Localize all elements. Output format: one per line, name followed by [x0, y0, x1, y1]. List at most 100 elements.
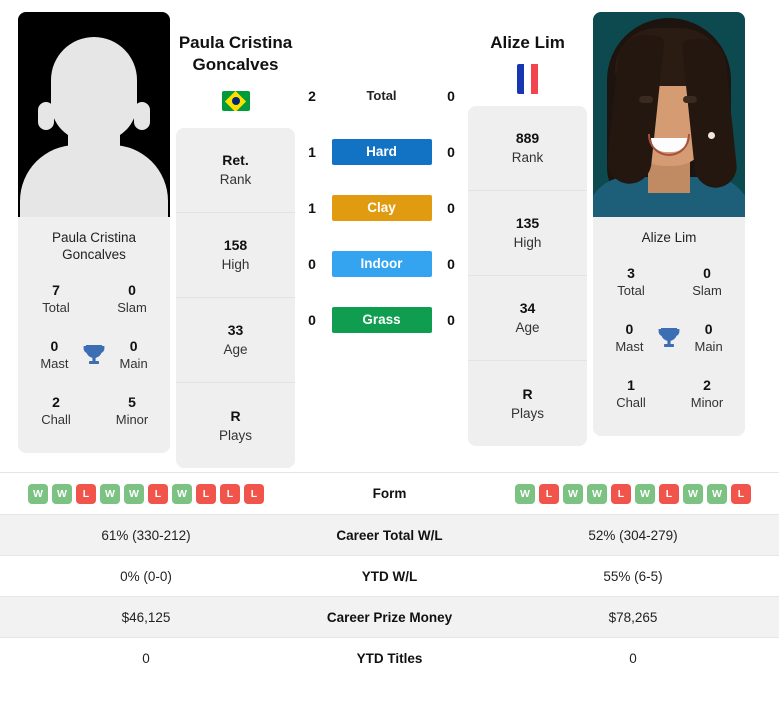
- left-career-total-wl: 61% (330-212): [101, 527, 191, 543]
- h2h-grass-bar[interactable]: Grass: [331, 307, 432, 333]
- h2h-clay-bar[interactable]: Clay: [331, 195, 432, 221]
- left-stat-rank: Ret. Rank: [176, 128, 295, 213]
- left-stat-age: 33 Age: [176, 298, 295, 383]
- left-form-cell: WWLWWLWLLL: [0, 483, 292, 504]
- left-minor-titles-label: Minor: [115, 412, 149, 427]
- flag-france-icon: [516, 64, 539, 94]
- left-player-photo-card[interactable]: Paula Cristina Goncalves 7 Total 0 Slam …: [18, 12, 170, 453]
- right-stat-plays: R Plays: [468, 361, 587, 446]
- left-chall-titles-label: Chall: [41, 412, 71, 427]
- left-player-name-line1: Paula Cristina: [178, 33, 293, 52]
- form-badge-win: W: [587, 483, 607, 504]
- head-to-head-column: 2 Total 0 1 Hard 0 1 Clay 0 0 Indoor 0 0…: [301, 12, 462, 348]
- right-mast-titles-value: 0: [625, 321, 634, 337]
- left-stat-rank-label: Rank: [219, 172, 252, 187]
- left-slam-titles: 0 Slam: [104, 281, 160, 317]
- form-badge-win: W: [563, 483, 583, 504]
- row-label-ytd-wl: YTD W/L: [361, 568, 418, 584]
- left-player-photo-name: Paula Cristina Goncalves: [51, 230, 137, 262]
- right-chall-titles-label: Chall: [616, 395, 646, 410]
- right-stat-rank: 889 Rank: [468, 106, 587, 191]
- right-stat-plays-label: Plays: [510, 405, 544, 421]
- right-stat-high-label: High: [513, 235, 542, 250]
- right-flag-wrapper: [516, 54, 539, 94]
- h2h-clay-bar-wrap: Clay: [331, 195, 432, 221]
- form-badge-loss: L: [244, 483, 264, 504]
- h2h-total-label-wrap: Total: [332, 87, 432, 105]
- left-main-titles-value: 0: [129, 338, 138, 354]
- left-ytd-wl: 0% (0-0): [120, 568, 172, 584]
- right-titles-row-3: 1 Chall 2 Minor: [603, 366, 735, 422]
- left-stat-plays: R Plays: [176, 383, 295, 468]
- right-player-photo: [593, 12, 745, 217]
- left-mast-titles: 0 Mast: [28, 337, 81, 373]
- right-ytd-titles: 0: [629, 650, 637, 666]
- left-minor-titles: 5 Minor: [104, 393, 160, 429]
- right-form-cell: WLWWLWLWWL: [487, 483, 779, 504]
- h2h-total-left-score: 2: [308, 88, 316, 104]
- left-slam-titles-label: Slam: [117, 300, 147, 315]
- left-stat-plays-value: R: [230, 407, 241, 424]
- h2h-row-grass: 0 Grass 0: [301, 292, 462, 348]
- h2h-clay-right-score: 0: [447, 200, 455, 216]
- h2h-grass-left-score: 0: [308, 312, 316, 328]
- h2h-hard-bar[interactable]: Hard: [331, 139, 432, 165]
- left-player-photo: [18, 12, 170, 217]
- row-label-career-prize-money: Career Prize Money: [326, 609, 453, 625]
- right-career-prize-money: $78,265: [608, 609, 658, 625]
- right-stat-high-value: 135: [515, 215, 540, 231]
- h2h-indoor-bar-wrap: Indoor: [331, 251, 432, 277]
- left-stat-high-label: High: [221, 257, 250, 272]
- player-portrait-image: [593, 12, 745, 217]
- form-badge-win: W: [100, 483, 120, 504]
- form-badge-loss: L: [659, 483, 679, 504]
- form-badge-win: W: [707, 483, 727, 504]
- right-slam-titles: 0 Slam: [679, 264, 735, 300]
- h2h-row-clay: 1 Clay 0: [301, 180, 462, 236]
- form-badge-win: W: [124, 483, 144, 504]
- left-stat-age-value: 33: [227, 322, 244, 338]
- right-slam-titles-value: 0: [703, 265, 711, 281]
- left-player-name-line2: Goncalves: [192, 55, 279, 74]
- right-form-badges: WLWWLWLWWL: [487, 483, 779, 504]
- form-badge-win: W: [28, 483, 48, 504]
- right-stat-rank-value: 889: [515, 130, 540, 146]
- right-mast-titles: 0 Mast: [603, 320, 656, 356]
- right-player-photo-name: Alize Lim: [641, 230, 697, 245]
- right-total-titles-value: 3: [627, 265, 635, 281]
- h2h-hard-bar-wrap: Hard: [331, 139, 432, 165]
- right-player-name: Alize Lim: [490, 33, 565, 52]
- left-career-prize-money: $46,125: [121, 609, 171, 625]
- right-stat-plays-value: R: [522, 385, 533, 402]
- left-stat-age-label: Age: [223, 342, 248, 357]
- right-stat-rank-label: Rank: [511, 150, 544, 165]
- h2h-row-total: 2 Total 0: [301, 68, 462, 124]
- form-badge-win: W: [172, 483, 192, 504]
- right-total-titles: 3 Total: [603, 264, 659, 300]
- form-badge-loss: L: [220, 483, 240, 504]
- right-player-photo-card[interactable]: Alize Lim 3 Total 0 Slam 0 Mast 0 Main 1…: [593, 12, 745, 436]
- left-main-titles: 0 Main: [107, 337, 160, 373]
- left-mast-titles-label: Mast: [40, 356, 69, 371]
- right-chall-titles: 1 Chall: [603, 376, 659, 412]
- form-badge-loss: L: [196, 483, 216, 504]
- left-ytd-titles: 0: [142, 650, 150, 666]
- left-player-titles: 7 Total 0 Slam 0 Mast 0 Main 2 Chall 5 M…: [18, 269, 170, 439]
- left-total-titles-label: Total: [42, 300, 70, 315]
- h2h-indoor-bar[interactable]: Indoor: [331, 251, 432, 277]
- left-player-info-column: Paula Cristina Goncalves Ret. Rank 158 H…: [170, 12, 301, 468]
- right-minor-titles: 2 Minor: [679, 376, 735, 412]
- form-badge-loss: L: [611, 483, 631, 504]
- left-chall-titles-value: 2: [52, 394, 60, 410]
- right-player-stats-card: 889 Rank 135 High 34 Age R Plays: [468, 106, 587, 446]
- left-total-titles-value: 7: [52, 282, 60, 298]
- form-badge-loss: L: [731, 483, 751, 504]
- right-titles-row-1: 3 Total 0 Slam: [603, 254, 735, 310]
- right-chall-titles-value: 1: [627, 377, 635, 393]
- form-badge-loss: L: [148, 483, 168, 504]
- left-stat-rank-value: Ret.: [222, 152, 249, 168]
- left-stat-high: 158 High: [176, 213, 295, 298]
- right-minor-titles-value: 2: [703, 377, 711, 393]
- left-main-titles-label: Main: [119, 356, 148, 371]
- left-player-stats-card: Ret. Rank 158 High 33 Age R Plays: [176, 128, 295, 468]
